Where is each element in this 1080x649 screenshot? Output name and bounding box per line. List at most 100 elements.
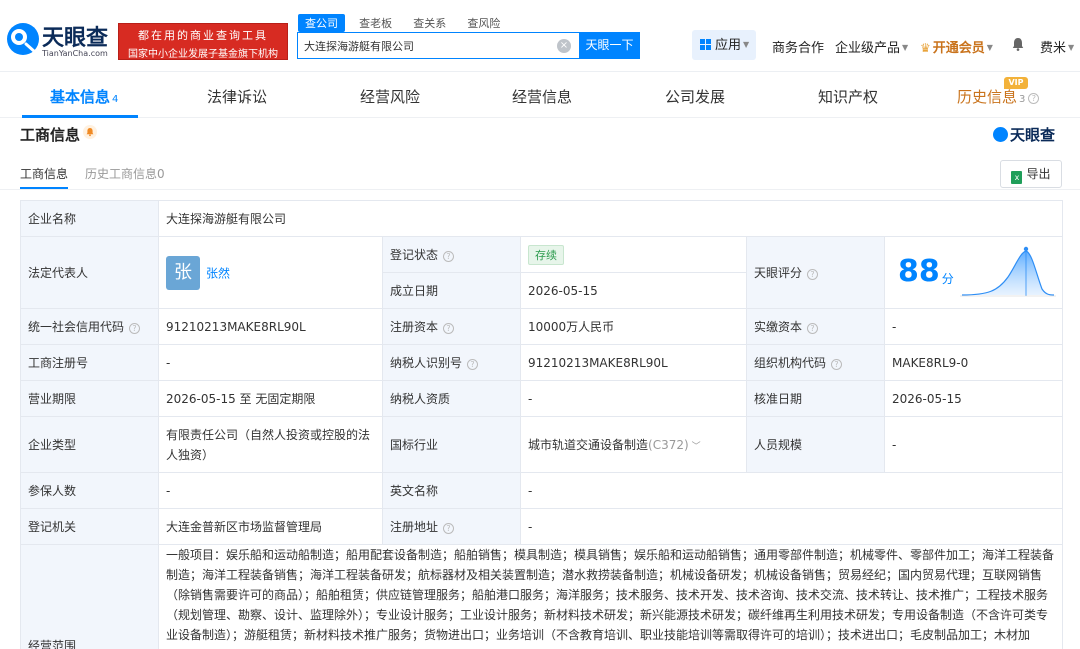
subtab-history-business-info[interactable]: 历史工商信息0	[85, 165, 165, 182]
app-menu-label: 应用	[715, 38, 742, 53]
tab-history-label: 历史信息	[957, 88, 1018, 106]
user-name: 费米	[1040, 41, 1067, 56]
reg-status-label: 登记状态?	[382, 236, 521, 273]
tab-operating-risk[interactable]: 经营风险	[360, 86, 420, 107]
section-title: 工商信息	[20, 126, 81, 144]
legal-rep-label: 法定代表人	[20, 236, 159, 309]
top-header: 天眼查 TianYanCha.com 都在用的商业查询工具 国家中小企业发展子基…	[0, 0, 1080, 72]
export-label: 导出	[1026, 167, 1051, 181]
reg-capital-label-text: 注册资本	[390, 320, 439, 334]
table-row: 登记机关 大连金普新区市场监督管理局 注册地址? -	[20, 508, 1064, 545]
table-row: 法定代表人 张张然 登记状态? 存续 天眼评分? 88 分	[20, 236, 1064, 309]
chevron-down-icon: ﹀	[691, 442, 701, 452]
clear-icon[interactable]: ×	[557, 39, 571, 53]
app-menu-button[interactable]: 应用 ▼	[692, 30, 756, 60]
org-code-label-text: 组织机构代码	[754, 356, 827, 370]
chevron-down-icon: ▼	[902, 43, 909, 52]
reg-status-cell: 存续	[520, 236, 747, 273]
score-label-text: 天眼评分	[754, 266, 803, 280]
search-tab-boss[interactable]: 查老板	[352, 14, 399, 32]
help-icon[interactable]: ?	[443, 323, 455, 334]
table-row: 营业期限 2026-05-15 至 无固定期限 纳税人资质 - 核准日期 202…	[20, 380, 1064, 417]
org-code-value: MAKE8RL9-0	[883, 344, 1064, 381]
nav-business[interactable]: 商务合作	[772, 37, 824, 56]
score-unit: 分	[941, 271, 954, 286]
found-date-label: 成立日期	[382, 272, 521, 309]
nav-enterprise-products[interactable]: 企业级产品 ▼	[835, 37, 908, 56]
avatar[interactable]: 张	[166, 255, 200, 290]
reg-address-label: 注册地址?	[382, 508, 521, 545]
tab-ip[interactable]: 知识产权	[818, 86, 878, 107]
ad-slogan: 都在用的商业查询工具	[138, 29, 268, 42]
taxpayer-id-label: 纳税人识别号?	[382, 344, 521, 381]
tianyancha-logo-icon	[7, 23, 39, 55]
subtab-history-count: 0	[157, 167, 165, 181]
help-icon[interactable]: ?	[443, 523, 455, 534]
reg-no-value: -	[158, 344, 383, 381]
credit-code-label: 统一社会信用代码?	[20, 308, 159, 345]
subscribe-bell-icon[interactable]	[83, 125, 97, 139]
legal-rep-link[interactable]: 张然	[206, 266, 230, 280]
search-button[interactable]: 天眼一下	[579, 32, 640, 59]
business-info-table: 企业名称 大连探海游艇有限公司 法定代表人 张张然 登记状态? 存续 天眼评分?…	[20, 200, 1064, 649]
company-name-label: 企业名称	[20, 200, 159, 237]
approve-date-label: 核准日期	[746, 380, 885, 417]
chevron-down-icon: ▼	[743, 40, 750, 49]
bell-icon[interactable]	[1012, 37, 1024, 51]
help-icon[interactable]: ?	[467, 359, 479, 370]
help-icon[interactable]: ?	[1028, 93, 1040, 104]
vip-badge: VIP	[1004, 77, 1028, 89]
ad-banner[interactable]: 都在用的商业查询工具 国家中小企业发展子基金旗下机构	[118, 23, 288, 60]
term-label: 营业期限	[20, 380, 159, 417]
tab-basic-label: 基本信息	[50, 88, 111, 106]
nav-open-vip[interactable]: ♛ 开通会员 ▼	[920, 37, 993, 56]
insured-value: -	[158, 472, 383, 509]
search-tab-relation[interactable]: 查关系	[406, 14, 453, 32]
nav-enterprise-label: 企业级产品	[835, 41, 901, 56]
score-cell[interactable]: 88 分	[883, 236, 1064, 309]
approve-date-value: 2026-05-15	[883, 380, 1064, 417]
score-value: 88	[898, 253, 940, 289]
term-value: 2026-05-15 至 无固定期限	[158, 380, 383, 417]
subtab-history-label: 历史工商信息	[85, 167, 158, 181]
table-row: 参保人数 - 英文名称 -	[20, 472, 1064, 509]
help-icon[interactable]: ?	[807, 323, 819, 334]
tab-legal[interactable]: 法律诉讼	[207, 86, 267, 107]
score-curve-area	[962, 250, 1054, 295]
taxpayer-id-value: 91210213MAKE8RL90L	[520, 344, 747, 381]
tab-history-count: 3	[1019, 94, 1026, 105]
help-icon[interactable]: ?	[831, 359, 843, 370]
tab-operating-info[interactable]: 经营信息	[512, 86, 572, 107]
company-type-value: 有限责任公司（自然人投资或控股的法人独资）	[158, 416, 383, 473]
help-icon[interactable]: ?	[807, 269, 819, 280]
table-row: 企业类型 有限责任公司（自然人投资或控股的法人独资） 国标行业 城市轨道交通设备…	[20, 416, 1064, 473]
tab-basic-info[interactable]: 基本信息 4	[50, 86, 118, 107]
app-grid-icon	[700, 39, 711, 50]
help-icon[interactable]: ?	[129, 323, 141, 334]
excel-icon: x	[1011, 171, 1023, 184]
industry-cell[interactable]: 城市轨道交通设备制造(C372) ﹀	[520, 416, 747, 473]
search-box: ×	[297, 32, 579, 59]
search-tab-risk[interactable]: 查风险	[460, 14, 507, 32]
industry-label: 国标行业	[382, 416, 521, 473]
paid-capital-label-text: 实缴资本	[754, 320, 803, 334]
subtab-business-info[interactable]: 工商信息	[20, 165, 68, 182]
tianyancha-logo[interactable]: 天眼查 TianYanCha.com	[6, 20, 114, 60]
score-widget: 88 分	[892, 240, 1056, 306]
score-marker-dot	[1023, 246, 1029, 251]
staff-size-value: -	[883, 416, 1064, 473]
reg-authority-value: 大连金普新区市场监督管理局	[158, 508, 383, 545]
tab-development[interactable]: 公司发展	[665, 86, 725, 107]
staff-size-label: 人员规模	[746, 416, 885, 473]
tab-history[interactable]: 历史信息 3?	[957, 86, 1040, 107]
watermark-text: 天眼查	[1010, 126, 1056, 144]
org-code-label: 组织机构代码?	[746, 344, 885, 381]
search-tab-company[interactable]: 查公司	[298, 14, 345, 32]
export-button[interactable]: x 导出	[1000, 160, 1062, 188]
search-input[interactable]	[304, 37, 548, 55]
user-menu[interactable]: 费米 ▼	[1040, 37, 1074, 56]
help-icon[interactable]: ?	[443, 251, 455, 262]
reg-authority-label: 登记机关	[20, 508, 159, 545]
credit-code-value: 91210213MAKE8RL90L	[158, 308, 383, 345]
score-label: 天眼评分?	[746, 236, 885, 309]
